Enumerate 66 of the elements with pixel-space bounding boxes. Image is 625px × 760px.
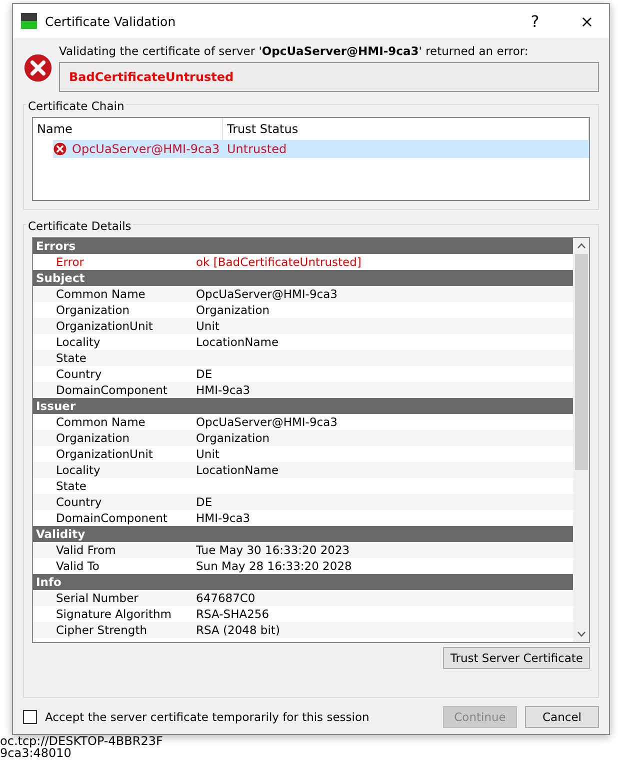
field-value: LocationName	[196, 335, 280, 349]
scrollbar[interactable]	[573, 238, 589, 642]
field-value: LocationName	[196, 463, 280, 477]
field-value: DE	[196, 367, 214, 381]
trust-certificate-button[interactable]: Trust Server Certificate	[443, 647, 590, 669]
field-label: OrganizationUnit	[56, 447, 154, 461]
field-value: ok [BadCertificateUntrusted]	[196, 255, 362, 269]
address-text: oc.tcp://DESKTOP-4BBR23F	[0, 735, 164, 747]
field-value: RSA-SHA256	[196, 607, 270, 621]
field-label: Country	[56, 367, 103, 381]
field-label: State	[56, 479, 88, 493]
field-label: Valid From	[56, 543, 117, 557]
field-label: Signature Algorithm	[56, 607, 172, 621]
section-header: Errors	[33, 238, 573, 254]
field-value: DE	[196, 495, 214, 509]
error-icon	[23, 53, 53, 83]
scrollbar-thumb[interactable]	[574, 254, 588, 470]
field-value: RSA (2048 bit)	[196, 623, 281, 637]
field-value: OpcUaServer@HMI-9ca3	[196, 415, 338, 429]
field-label: DomainComponent	[56, 511, 168, 525]
field-label: State	[56, 351, 88, 365]
field-label: Common Name	[56, 287, 146, 301]
scroll-up-icon	[576, 243, 586, 249]
field-value: OpcUaServer@HMI-9ca3	[196, 287, 338, 301]
field-value: Organization	[196, 431, 271, 445]
cancel-button[interactable]: Cancel	[525, 706, 599, 728]
field-label: Serial Number	[56, 591, 140, 605]
field-label: Country	[56, 495, 103, 509]
field-value: Tue May 30 16:33:20 2023	[196, 543, 351, 557]
window-title: Certificate Validation	[45, 14, 177, 28]
error-icon	[53, 142, 67, 156]
group-title: Certificate Chain	[26, 99, 126, 113]
section-header: Validity	[33, 526, 573, 542]
error-code-box: BadCertificateUntrusted	[59, 62, 599, 92]
field-value: 647687C0	[196, 591, 256, 605]
field-label: Valid To	[56, 559, 100, 573]
section-header: Info	[33, 574, 573, 590]
help-button[interactable]: ?	[513, 4, 557, 38]
app-icon	[21, 13, 37, 29]
field-value: Sun May 28 16:33:20 2028	[196, 559, 353, 573]
address-text: 9ca3:48010	[0, 747, 72, 759]
field-value: HMI-9ca3	[196, 511, 252, 525]
field-value: Unit	[196, 447, 220, 461]
checkbox-label[interactable]: Accept the server certificate temporarily for this session	[45, 710, 435, 724]
field-label: Cipher Strength	[56, 623, 148, 637]
error-message: Validating the certificate of server 'OpcUaServer@HMI-9ca3' returned an error:	[59, 44, 530, 58]
field-label: Error	[56, 255, 86, 269]
field-label: Organization	[56, 431, 131, 445]
trust-status: Untrusted	[226, 142, 287, 156]
field-label: DomainComponent	[56, 383, 168, 397]
close-button[interactable]: ×	[565, 4, 609, 38]
field-label: Locality	[56, 463, 102, 477]
section-header: Issuer	[33, 398, 573, 414]
field-value: Unit	[196, 319, 220, 333]
field-value: Organization	[196, 303, 271, 317]
certificate-name: OpcUaServer@HMI-9ca3	[53, 142, 223, 156]
checkbox[interactable]	[23, 710, 37, 724]
field-label: Common Name	[56, 415, 146, 429]
field-label: OrganizationUnit	[56, 319, 154, 333]
field-label: Organization	[56, 303, 131, 317]
scroll-down-icon	[576, 631, 586, 637]
section-header: Subject	[33, 270, 573, 286]
group-title: Certificate Details	[26, 219, 134, 233]
chain-row[interactable]: OpcUaServer@HMI-9ca3 Untrusted	[53, 140, 589, 158]
field-value: HMI-9ca3	[196, 383, 252, 397]
field-label: Locality	[56, 335, 102, 349]
